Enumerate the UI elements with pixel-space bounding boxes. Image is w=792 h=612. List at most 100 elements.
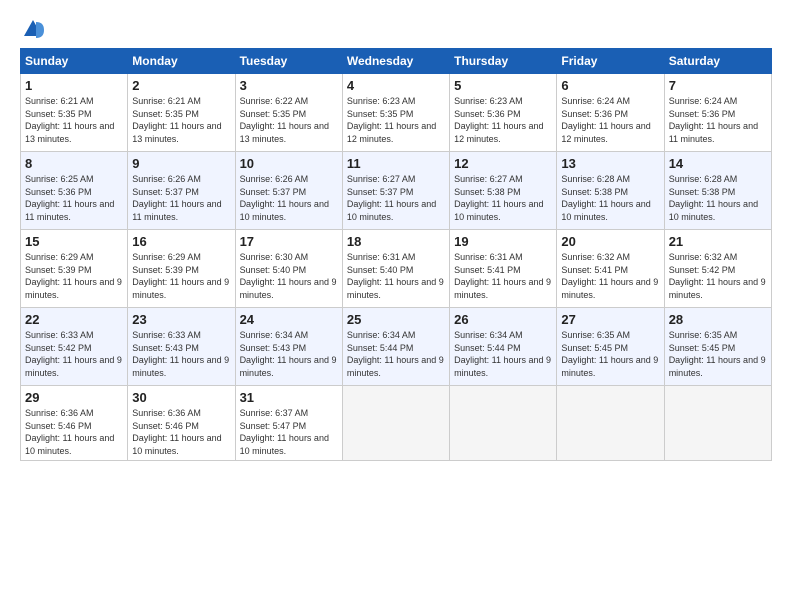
calendar-cell xyxy=(450,386,557,461)
calendar-cell xyxy=(342,386,449,461)
day-detail: Sunrise: 6:28 AMSunset: 5:38 PMDaylight:… xyxy=(669,173,767,223)
day-number: 29 xyxy=(25,390,123,405)
col-header-saturday: Saturday xyxy=(664,49,771,74)
logo-icon xyxy=(22,18,44,40)
day-detail: Sunrise: 6:36 AMSunset: 5:46 PMDaylight:… xyxy=(25,407,123,457)
calendar-cell: 15 Sunrise: 6:29 AMSunset: 5:39 PMDayligh… xyxy=(21,230,128,308)
day-detail: Sunrise: 6:29 AMSunset: 5:39 PMDaylight:… xyxy=(132,251,230,301)
day-number: 20 xyxy=(561,234,659,249)
day-detail: Sunrise: 6:34 AMSunset: 5:43 PMDaylight:… xyxy=(240,329,338,379)
calendar-cell: 6 Sunrise: 6:24 AMSunset: 5:36 PMDaylight… xyxy=(557,74,664,152)
calendar-cell: 1 Sunrise: 6:21 AMSunset: 5:35 PMDaylight… xyxy=(21,74,128,152)
day-detail: Sunrise: 6:31 AMSunset: 5:40 PMDaylight:… xyxy=(347,251,445,301)
day-number: 15 xyxy=(25,234,123,249)
day-number: 30 xyxy=(132,390,230,405)
day-detail: Sunrise: 6:35 AMSunset: 5:45 PMDaylight:… xyxy=(669,329,767,379)
day-number: 14 xyxy=(669,156,767,171)
calendar-cell: 29 Sunrise: 6:36 AMSunset: 5:46 PMDayligh… xyxy=(21,386,128,461)
col-header-monday: Monday xyxy=(128,49,235,74)
col-header-thursday: Thursday xyxy=(450,49,557,74)
calendar-cell: 31Sunrise: 6:37 AMSunset: 5:47 PMDayligh… xyxy=(235,386,342,461)
day-number: 4 xyxy=(347,78,445,93)
calendar-cell: 27 Sunrise: 6:35 AMSunset: 5:45 PMDayligh… xyxy=(557,308,664,386)
day-detail: Sunrise: 6:33 AMSunset: 5:43 PMDaylight:… xyxy=(132,329,230,379)
calendar-cell: 24Sunrise: 6:34 AMSunset: 5:43 PMDayligh… xyxy=(235,308,342,386)
day-detail: Sunrise: 6:34 AMSunset: 5:44 PMDaylight:… xyxy=(454,329,552,379)
calendar-cell: 25 Sunrise: 6:34 AMSunset: 5:44 PMDayligh… xyxy=(342,308,449,386)
calendar-cell: 26 Sunrise: 6:34 AMSunset: 5:44 PMDayligh… xyxy=(450,308,557,386)
day-detail: Sunrise: 6:31 AMSunset: 5:41 PMDaylight:… xyxy=(454,251,552,301)
day-detail: Sunrise: 6:33 AMSunset: 5:42 PMDaylight:… xyxy=(25,329,123,379)
calendar-cell: 10 Sunrise: 6:26 AMSunset: 5:37 PMDayligh… xyxy=(235,152,342,230)
day-detail: Sunrise: 6:24 AMSunset: 5:36 PMDaylight:… xyxy=(561,95,659,145)
day-number: 23 xyxy=(132,312,230,327)
calendar-cell: 2Sunrise: 6:21 AMSunset: 5:35 PMDaylight… xyxy=(128,74,235,152)
day-number: 8 xyxy=(25,156,123,171)
day-detail: Sunrise: 6:37 AMSunset: 5:47 PMDaylight:… xyxy=(240,407,338,457)
day-detail: Sunrise: 6:32 AMSunset: 5:42 PMDaylight:… xyxy=(669,251,767,301)
day-detail: Sunrise: 6:34 AMSunset: 5:44 PMDaylight:… xyxy=(347,329,445,379)
day-detail: Sunrise: 6:28 AMSunset: 5:38 PMDaylight:… xyxy=(561,173,659,223)
calendar-cell: 7 Sunrise: 6:24 AMSunset: 5:36 PMDaylight… xyxy=(664,74,771,152)
calendar-cell: 5 Sunrise: 6:23 AMSunset: 5:36 PMDaylight… xyxy=(450,74,557,152)
day-number: 7 xyxy=(669,78,767,93)
day-number: 19 xyxy=(454,234,552,249)
calendar-cell: 18 Sunrise: 6:31 AMSunset: 5:40 PMDayligh… xyxy=(342,230,449,308)
day-number: 27 xyxy=(561,312,659,327)
header xyxy=(20,18,772,40)
calendar-cell: 22 Sunrise: 6:33 AMSunset: 5:42 PMDayligh… xyxy=(21,308,128,386)
day-number: 13 xyxy=(561,156,659,171)
day-detail: Sunrise: 6:22 AMSunset: 5:35 PMDaylight:… xyxy=(240,95,338,145)
day-number: 3 xyxy=(240,78,338,93)
day-number: 12 xyxy=(454,156,552,171)
day-number: 10 xyxy=(240,156,338,171)
day-detail: Sunrise: 6:26 AMSunset: 5:37 PMDaylight:… xyxy=(132,173,230,223)
calendar-cell: 16Sunrise: 6:29 AMSunset: 5:39 PMDayligh… xyxy=(128,230,235,308)
calendar-cell: 12 Sunrise: 6:27 AMSunset: 5:38 PMDayligh… xyxy=(450,152,557,230)
day-detail: Sunrise: 6:29 AMSunset: 5:39 PMDaylight:… xyxy=(25,251,123,301)
calendar-cell: 20 Sunrise: 6:32 AMSunset: 5:41 PMDayligh… xyxy=(557,230,664,308)
day-detail: Sunrise: 6:27 AMSunset: 5:38 PMDaylight:… xyxy=(454,173,552,223)
calendar-cell: 28 Sunrise: 6:35 AMSunset: 5:45 PMDayligh… xyxy=(664,308,771,386)
calendar-cell xyxy=(664,386,771,461)
day-number: 28 xyxy=(669,312,767,327)
day-number: 21 xyxy=(669,234,767,249)
day-detail: Sunrise: 6:26 AMSunset: 5:37 PMDaylight:… xyxy=(240,173,338,223)
day-detail: Sunrise: 6:25 AMSunset: 5:36 PMDaylight:… xyxy=(25,173,123,223)
day-detail: Sunrise: 6:32 AMSunset: 5:41 PMDaylight:… xyxy=(561,251,659,301)
day-number: 2 xyxy=(132,78,230,93)
day-detail: Sunrise: 6:36 AMSunset: 5:46 PMDaylight:… xyxy=(132,407,230,457)
day-detail: Sunrise: 6:23 AMSunset: 5:36 PMDaylight:… xyxy=(454,95,552,145)
calendar-cell: 17Sunrise: 6:30 AMSunset: 5:40 PMDayligh… xyxy=(235,230,342,308)
day-number: 18 xyxy=(347,234,445,249)
col-header-sunday: Sunday xyxy=(21,49,128,74)
day-number: 6 xyxy=(561,78,659,93)
header-row: SundayMondayTuesdayWednesdayThursdayFrid… xyxy=(21,49,772,74)
day-detail: Sunrise: 6:35 AMSunset: 5:45 PMDaylight:… xyxy=(561,329,659,379)
day-number: 5 xyxy=(454,78,552,93)
calendar-cell: 3 Sunrise: 6:22 AMSunset: 5:35 PMDaylight… xyxy=(235,74,342,152)
calendar-cell: 21 Sunrise: 6:32 AMSunset: 5:42 PMDayligh… xyxy=(664,230,771,308)
day-number: 11 xyxy=(347,156,445,171)
day-number: 25 xyxy=(347,312,445,327)
col-header-wednesday: Wednesday xyxy=(342,49,449,74)
calendar-cell: 4 Sunrise: 6:23 AMSunset: 5:35 PMDaylight… xyxy=(342,74,449,152)
day-detail: Sunrise: 6:23 AMSunset: 5:35 PMDaylight:… xyxy=(347,95,445,145)
day-number: 9 xyxy=(132,156,230,171)
calendar-cell: 30 Sunrise: 6:36 AMSunset: 5:46 PMDayligh… xyxy=(128,386,235,461)
day-detail: Sunrise: 6:24 AMSunset: 5:36 PMDaylight:… xyxy=(669,95,767,145)
day-number: 1 xyxy=(25,78,123,93)
calendar-cell: 23 Sunrise: 6:33 AMSunset: 5:43 PMDayligh… xyxy=(128,308,235,386)
calendar-cell: 9 Sunrise: 6:26 AMSunset: 5:37 PMDaylight… xyxy=(128,152,235,230)
calendar-cell: 8 Sunrise: 6:25 AMSunset: 5:36 PMDaylight… xyxy=(21,152,128,230)
calendar-cell: 11 Sunrise: 6:27 AMSunset: 5:37 PMDayligh… xyxy=(342,152,449,230)
day-number: 22 xyxy=(25,312,123,327)
day-number: 26 xyxy=(454,312,552,327)
calendar-cell xyxy=(557,386,664,461)
day-detail: Sunrise: 6:27 AMSunset: 5:37 PMDaylight:… xyxy=(347,173,445,223)
calendar-cell: 19 Sunrise: 6:31 AMSunset: 5:41 PMDayligh… xyxy=(450,230,557,308)
page: SundayMondayTuesdayWednesdayThursdayFrid… xyxy=(0,0,792,612)
col-header-tuesday: Tuesday xyxy=(235,49,342,74)
day-detail: Sunrise: 6:21 AMSunset: 5:35 PMDaylight:… xyxy=(25,95,123,145)
day-detail: Sunrise: 6:30 AMSunset: 5:40 PMDaylight:… xyxy=(240,251,338,301)
